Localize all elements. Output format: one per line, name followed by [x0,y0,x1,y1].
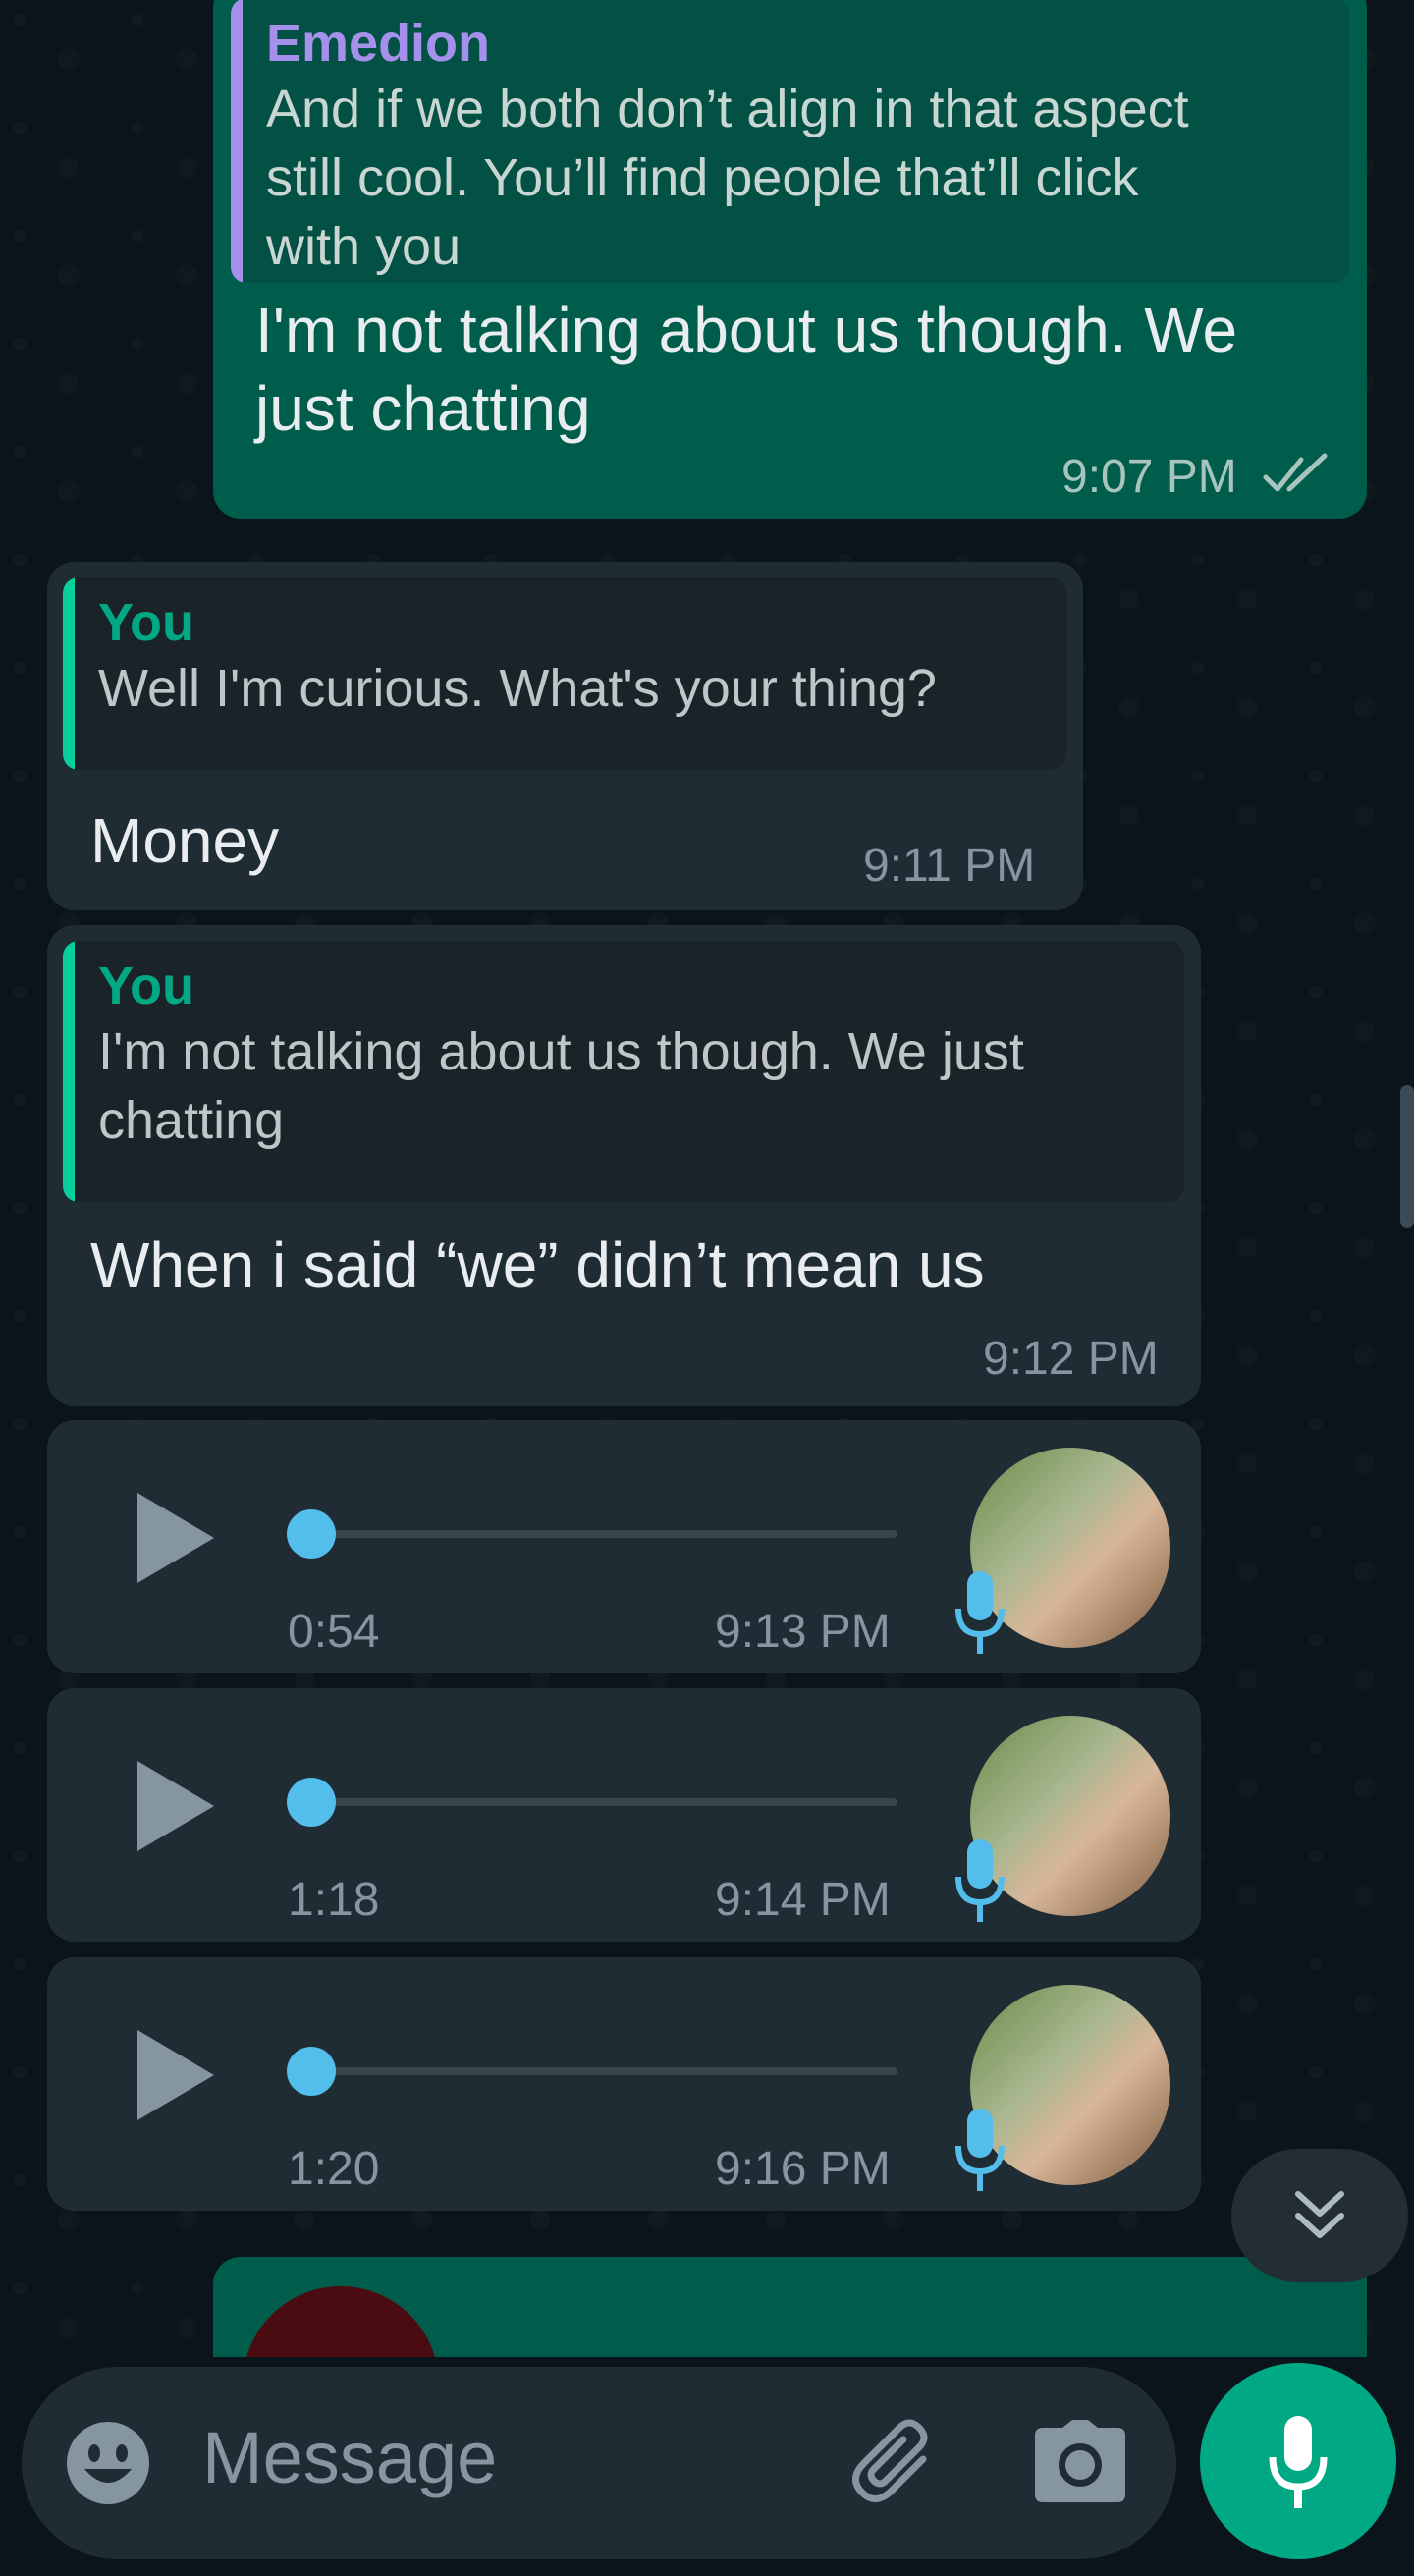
message-time: 9:14 PM [715,1874,891,1926]
message-time: 9:07 PM [1061,451,1237,503]
quote-text-line: chatting [98,1091,285,1150]
quoted-message[interactable]: You I'm not talking about us though. We … [63,941,1184,1202]
quote-text-line: still cool. You’ll find people that’ll c… [266,148,1139,207]
microphone-icon [955,1839,1005,1922]
voice-progress-knob[interactable] [287,2047,336,2096]
incoming-message[interactable]: You Well I'm curious. What's your thing?… [47,562,1083,910]
message-time: 9:16 PM [715,2143,891,2195]
quote-text-line: I'm not talking about us though. We just [98,1022,1024,1081]
scrollbar[interactable] [1400,1085,1414,1228]
quoted-message[interactable]: Emedion And if we both don’t align in th… [231,0,1349,283]
voice-message[interactable]: 0:54 9:13 PM [47,1420,1201,1673]
voice-duration: 1:18 [288,1874,380,1926]
message-time: 9:13 PM [715,1606,891,1658]
quote-author: You [98,593,194,652]
read-receipt-icon [1263,453,1328,492]
voice-duration: 1:20 [288,2143,380,2195]
microphone-icon [955,1571,1005,1654]
quote-text-line: with you [266,217,462,276]
voice-progress-knob[interactable] [287,1778,336,1827]
chevron-double-down-icon [1295,2191,1344,2238]
scroll-to-bottom-button[interactable] [1231,2149,1408,2282]
incoming-message[interactable]: You I'm not talking about us though. We … [47,925,1201,1406]
quote-author: You [98,957,194,1015]
message-placeholder: Message [202,2417,498,2498]
quote-author: Emedion [266,14,491,73]
message-input[interactable] [22,2367,1176,2559]
record-voice-button[interactable] [1200,2363,1396,2559]
quote-text: Well I'm curious. What's your thing? [98,659,937,718]
microphone-icon [1269,2416,1328,2508]
play-icon[interactable] [132,2026,220,2124]
voice-progress-knob[interactable] [287,1509,336,1559]
message-time: 9:11 PM [863,840,1036,892]
message-text: When i said “we” didn’t mean us [90,1230,985,1300]
play-icon[interactable] [132,1489,220,1587]
message-text-line: just chatting [255,373,591,444]
emoji-icon[interactable] [65,2420,151,2506]
play-icon[interactable] [132,1757,220,1855]
paperclip-icon[interactable] [846,2414,945,2512]
message-time: 9:12 PM [983,1333,1159,1385]
voice-progress-track[interactable] [287,1530,897,1538]
voice-progress-track[interactable] [287,1798,897,1806]
voice-message[interactable]: 1:18 9:14 PM [47,1688,1201,1942]
microphone-icon [955,2109,1005,2191]
message-text: Money [90,805,280,876]
quoted-message[interactable]: You Well I'm curious. What's your thing? [63,577,1066,770]
voice-duration: 0:54 [288,1606,380,1658]
voice-progress-track[interactable] [287,2067,897,2075]
voice-message[interactable]: 1:20 9:16 PM [47,1957,1201,2211]
message-text-line: I'm not talking about us though. We [255,295,1238,365]
camera-icon[interactable] [1033,2418,1127,2504]
quote-text-line: And if we both don’t align in that aspec… [266,80,1189,138]
outgoing-message[interactable]: Emedion And if we both don’t align in th… [213,0,1367,519]
